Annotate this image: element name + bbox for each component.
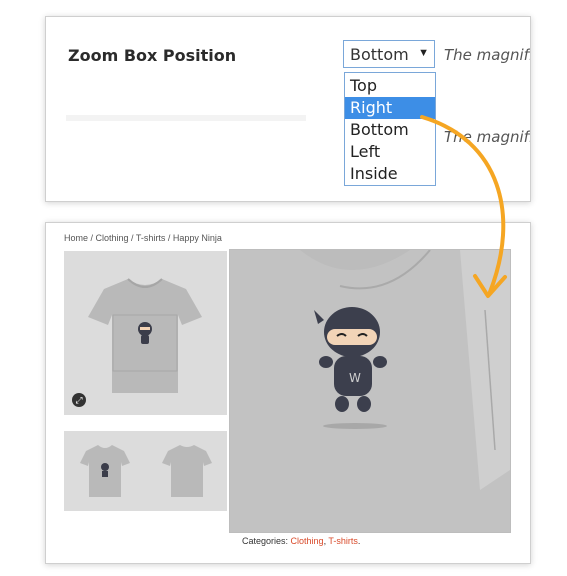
breadcrumb[interactable]: Home / Clothing / T-shirts / Happy Ninja	[64, 233, 222, 243]
settings-panel: Zoom Box Position Bottom ▼ The magnifi T…	[45, 16, 531, 202]
category-link-clothing[interactable]: Clothing	[291, 536, 324, 546]
product-categories: Categories: Clothing, T-shirts.	[242, 536, 360, 546]
product-thumbnails	[64, 431, 227, 511]
option-left[interactable]: Left	[345, 141, 435, 163]
chevron-down-icon: ▼	[418, 47, 429, 59]
option-bottom[interactable]: Bottom	[345, 119, 435, 141]
option-inside[interactable]: Inside	[345, 163, 435, 185]
faded-setting-row	[66, 115, 306, 121]
zoom-box-position-label: Zoom Box Position	[68, 46, 237, 65]
option-top[interactable]: Top	[345, 75, 435, 97]
category-link-tshirts[interactable]: T-shirts	[328, 536, 358, 546]
zoom-box-position-select[interactable]: Bottom ▼	[343, 40, 435, 68]
thumbnail-front[interactable]	[80, 445, 130, 497]
categories-end: .	[357, 536, 361, 546]
product-preview-panel: Home / Clothing / T-shirts / Happy Ninja…	[45, 222, 531, 564]
main-product-image[interactable]: ⤢	[64, 251, 227, 415]
zoom-position-dropdown: Top Right Bottom Left Inside	[344, 72, 436, 186]
setting-hint: The magnifi	[444, 46, 531, 64]
setting-hint-2: The magnifie	[444, 128, 530, 146]
thumbnail-back[interactable]	[162, 445, 212, 497]
svg-text:W: W	[349, 371, 361, 385]
select-current-value: Bottom	[350, 45, 409, 64]
option-right[interactable]: Right	[345, 97, 435, 119]
zoom-box: W	[229, 249, 511, 533]
categories-label: Categories:	[242, 536, 291, 546]
zoom-icon[interactable]: ⤢	[72, 393, 86, 407]
